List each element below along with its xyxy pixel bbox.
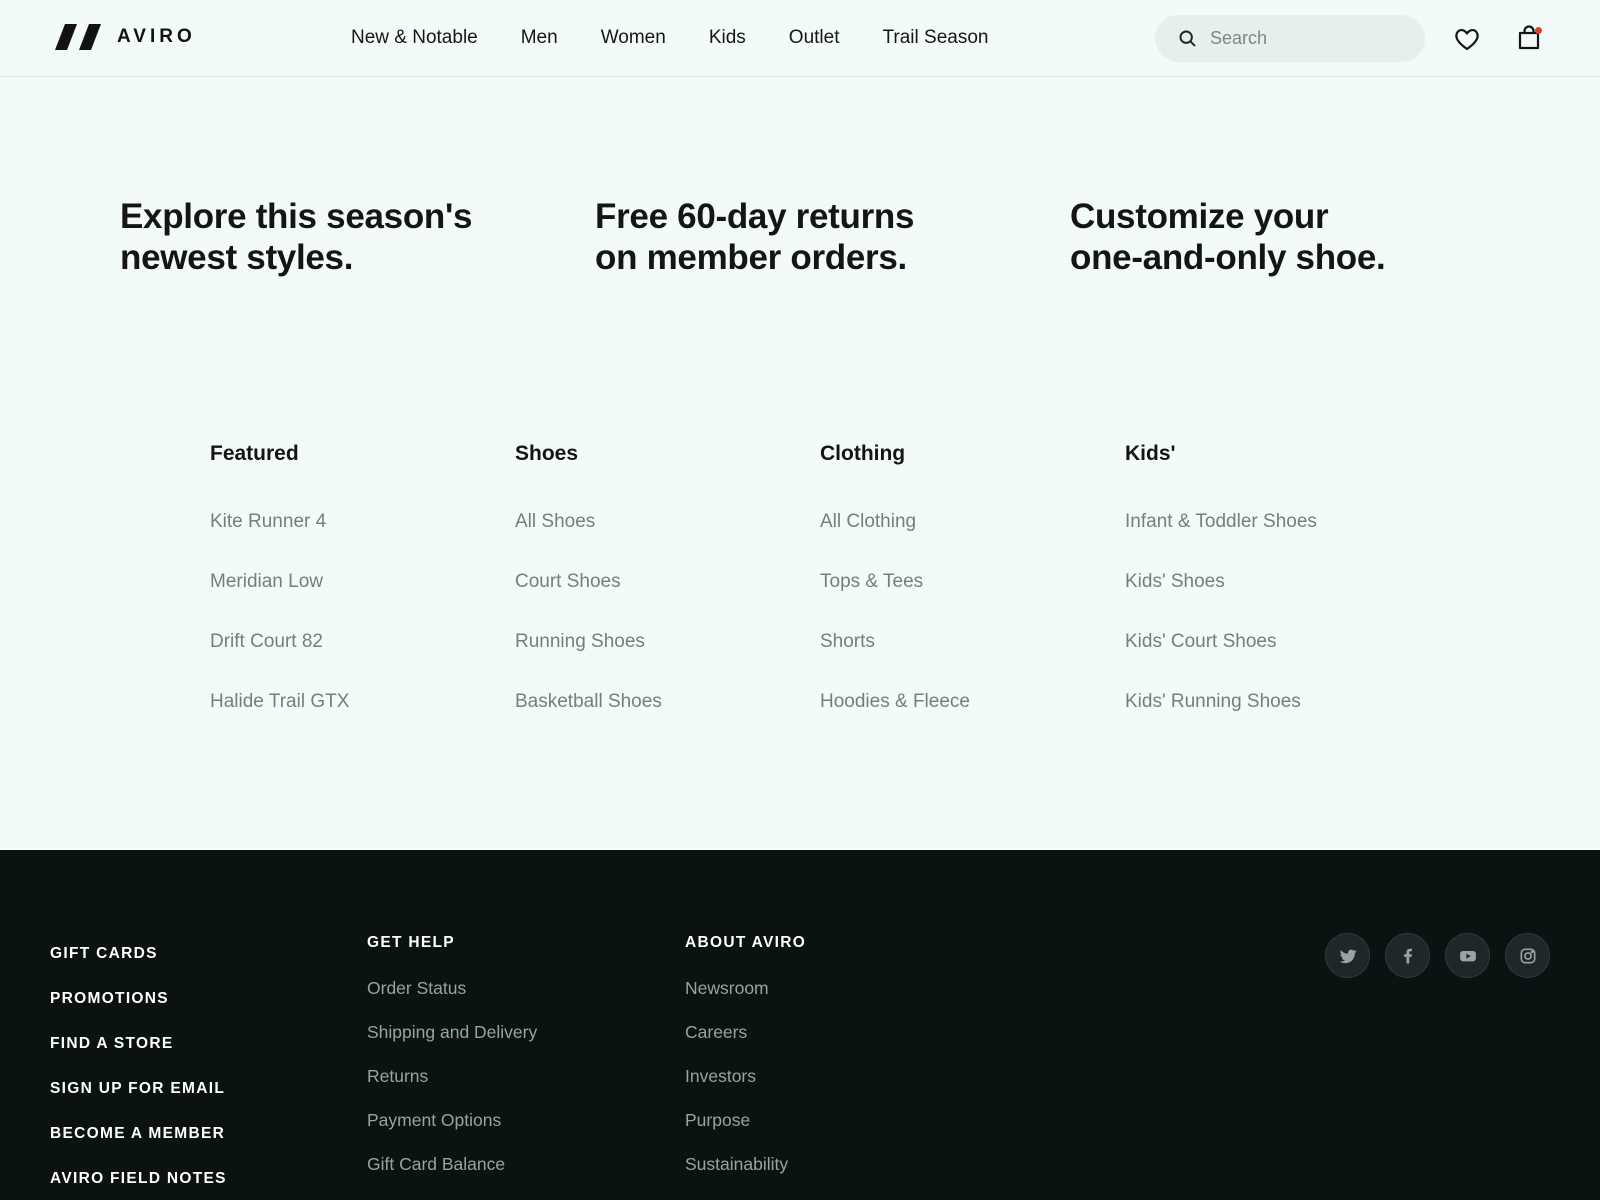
footer-link[interactable]: Purpose <box>685 1109 806 1131</box>
footer-link[interactable]: Payment Options <box>367 1109 537 1131</box>
nav-new-notable[interactable]: New & Notable <box>351 26 478 50</box>
cart-button[interactable] <box>1513 22 1545 54</box>
menu-link[interactable]: Court Shoes <box>515 570 795 594</box>
menu-link[interactable]: Kids' Running Shoes <box>1125 690 1405 714</box>
social-links <box>1325 933 1550 978</box>
promo-free-returns[interactable]: Free 60-day returns on member orders. <box>595 196 914 278</box>
twitter-button[interactable] <box>1325 933 1370 978</box>
menu-heading: Shoes <box>515 442 579 465</box>
footer-link[interactable]: Returns <box>367 1065 537 1087</box>
menu-link[interactable]: Basketball Shoes <box>515 690 795 714</box>
nav-men[interactable]: Men <box>521 26 558 50</box>
cart-indicator-dot <box>1535 27 1542 34</box>
favorites-button[interactable] <box>1451 23 1483 55</box>
instagram-icon <box>1520 948 1535 963</box>
promo-customize[interactable]: Customize your one-and-only shoe. <box>1070 196 1386 278</box>
footer-link-field-notes[interactable]: AVIRO FIELD NOTES <box>50 1168 227 1190</box>
menu-link[interactable]: Infant & Toddler Shoes <box>1125 510 1405 534</box>
footer-link[interactable]: Order Status <box>367 977 537 999</box>
footer-link-email-signup[interactable]: SIGN UP FOR EMAIL <box>50 1078 227 1100</box>
search-input[interactable] <box>1210 15 1410 62</box>
facebook-icon <box>1403 948 1412 963</box>
footer-link-gift-cards[interactable]: GIFT CARDS <box>50 943 227 965</box>
menu-link[interactable]: Drift Court 82 <box>210 630 490 654</box>
main-nav: New & Notable Men Women Kids Outlet Trai… <box>351 26 988 50</box>
menu-link[interactable]: Halide Trail GTX <box>210 690 490 714</box>
footer-column-about: ABOUT AVIRO Newsroom Careers Investors P… <box>685 933 806 1197</box>
menu-link[interactable]: Meridian Low <box>210 570 490 594</box>
promo-line: Customize your <box>1070 197 1329 236</box>
footer-link[interactable]: Newsroom <box>685 977 806 999</box>
search-box[interactable] <box>1155 15 1425 62</box>
promo-line: one-and-only shoe. <box>1070 238 1386 277</box>
menu-link[interactable]: Running Shoes <box>515 630 795 654</box>
facebook-button[interactable] <box>1385 933 1430 978</box>
menu-link[interactable]: All Clothing <box>820 510 1100 534</box>
nav-kids[interactable]: Kids <box>709 26 746 50</box>
footer-link-promotions[interactable]: PROMOTIONS <box>50 988 227 1010</box>
menu-link[interactable]: All Shoes <box>515 510 795 534</box>
menu-column-clothing: Clothing All Clothing Tops & Tees Shorts… <box>820 440 1100 750</box>
promo-line: on member orders. <box>595 238 907 277</box>
footer-link[interactable]: Sustainability <box>685 1153 806 1175</box>
menu-heading: Clothing <box>820 442 906 465</box>
heart-icon <box>1455 28 1479 51</box>
menu-heading: Featured <box>210 442 299 465</box>
site-footer: GIFT CARDS PROMOTIONS FIND A STORE SIGN … <box>0 850 1600 1200</box>
footer-heading: GET HELP <box>367 934 455 951</box>
footer-main-links: GIFT CARDS PROMOTIONS FIND A STORE SIGN … <box>50 943 227 1200</box>
footer-link[interactable]: Careers <box>685 1021 806 1043</box>
footer-column-get-help: GET HELP Order Status Shipping and Deliv… <box>367 933 537 1197</box>
promo-new-styles[interactable]: Explore this season's newest styles. <box>120 196 472 278</box>
footer-heading: ABOUT AVIRO <box>685 934 807 951</box>
brand-name: AVIRO <box>117 26 196 47</box>
site-header: AVIRO New & Notable Men Women Kids Outle… <box>0 0 1600 77</box>
menu-link[interactable]: Tops & Tees <box>820 570 1100 594</box>
promo-line: newest styles. <box>120 238 354 277</box>
menu-link[interactable]: Kids' Shoes <box>1125 570 1405 594</box>
nav-women[interactable]: Women <box>601 26 666 50</box>
menu-column-kids: Kids' Infant & Toddler Shoes Kids' Shoes… <box>1125 440 1405 750</box>
footer-link-find-store[interactable]: FIND A STORE <box>50 1033 227 1055</box>
menu-column-featured: Featured Kite Runner 4 Meridian Low Drif… <box>210 440 490 750</box>
menu-column-shoes: Shoes All Shoes Court Shoes Running Shoe… <box>515 440 795 750</box>
twitter-icon <box>1339 949 1357 963</box>
search-icon <box>1179 30 1196 47</box>
promo-line: Free 60-day returns <box>595 197 915 236</box>
promo-line: Explore this season's <box>120 197 473 236</box>
instagram-button[interactable] <box>1505 933 1550 978</box>
logo-mark-icon <box>55 24 101 50</box>
footer-link[interactable]: Investors <box>685 1065 806 1087</box>
footer-link[interactable]: Shipping and Delivery <box>367 1021 537 1043</box>
menu-heading: Kids' <box>1125 442 1176 465</box>
brand-logo[interactable]: AVIRO <box>55 24 196 50</box>
menu-link[interactable]: Hoodies & Fleece <box>820 690 1100 714</box>
footer-link-become-member[interactable]: BECOME A MEMBER <box>50 1123 227 1145</box>
menu-link[interactable]: Kite Runner 4 <box>210 510 490 534</box>
menu-link[interactable]: Kids' Court Shoes <box>1125 630 1405 654</box>
menu-link[interactable]: Shorts <box>820 630 1100 654</box>
nav-outlet[interactable]: Outlet <box>789 26 840 50</box>
youtube-button[interactable] <box>1445 933 1490 978</box>
nav-trail-season[interactable]: Trail Season <box>883 26 989 50</box>
youtube-icon <box>1459 950 1476 961</box>
footer-link[interactable]: Gift Card Balance <box>367 1153 537 1175</box>
